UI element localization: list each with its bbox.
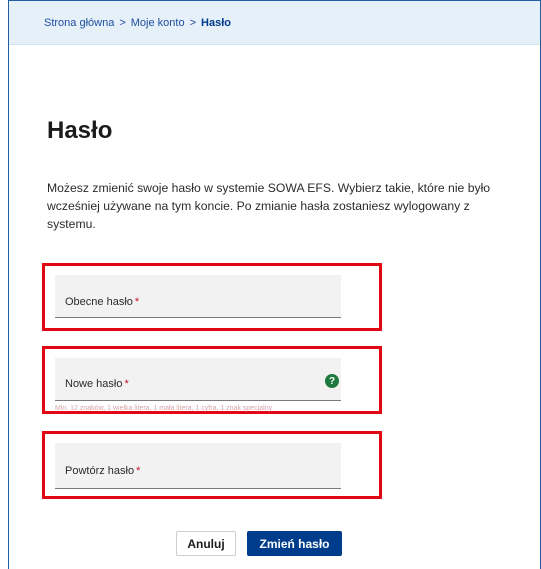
- current-password-highlight: Obecne hasło *: [42, 263, 382, 331]
- repeat-password-highlight: Powtórz hasło *: [42, 431, 382, 499]
- breadcrumb-current: Hasło: [201, 16, 231, 29]
- repeat-password-field[interactable]: Powtórz hasło *: [55, 443, 341, 489]
- required-mark: *: [124, 378, 129, 390]
- breadcrumb-account[interactable]: Moje konto: [131, 17, 185, 29]
- page-frame: Strona główna > Moje konto > Hasło Hasło…: [8, 0, 541, 569]
- current-password-field[interactable]: Obecne hasło *: [55, 275, 341, 318]
- repeat-password-label-text: Powtórz hasło: [65, 465, 135, 477]
- required-mark: *: [136, 465, 141, 477]
- new-password-field[interactable]: Nowe hasło *: [55, 358, 341, 401]
- new-password-label: Nowe hasło *: [65, 378, 129, 390]
- password-hint: Min. 12 znaków, 1 wielka litera, 1 mała …: [55, 405, 273, 412]
- new-password-label-text: Nowe hasło: [65, 378, 123, 390]
- breadcrumb: Strona główna > Moje konto > Hasło: [9, 1, 540, 45]
- page-intro: Możesz zmienić swoje hasło w systemie SO…: [47, 181, 491, 231]
- breadcrumb-separator: >: [119, 16, 126, 29]
- current-password-label: Obecne hasło *: [65, 296, 139, 308]
- new-password-highlight: Nowe hasło * ? Min. 12 znaków, 1 wielka l…: [42, 346, 382, 414]
- change-password-button[interactable]: Zmień hasło: [247, 531, 342, 556]
- page-title: Hasło: [47, 117, 113, 144]
- breadcrumb-home[interactable]: Strona główna: [44, 17, 114, 29]
- required-mark: *: [134, 296, 140, 308]
- help-icon[interactable]: ?: [325, 374, 339, 388]
- repeat-password-label: Powtórz hasło *: [65, 465, 140, 477]
- breadcrumb-separator: >: [189, 16, 197, 29]
- cancel-button[interactable]: Anuluj: [176, 531, 236, 556]
- current-password-label-text: Obecne hasło: [65, 296, 133, 308]
